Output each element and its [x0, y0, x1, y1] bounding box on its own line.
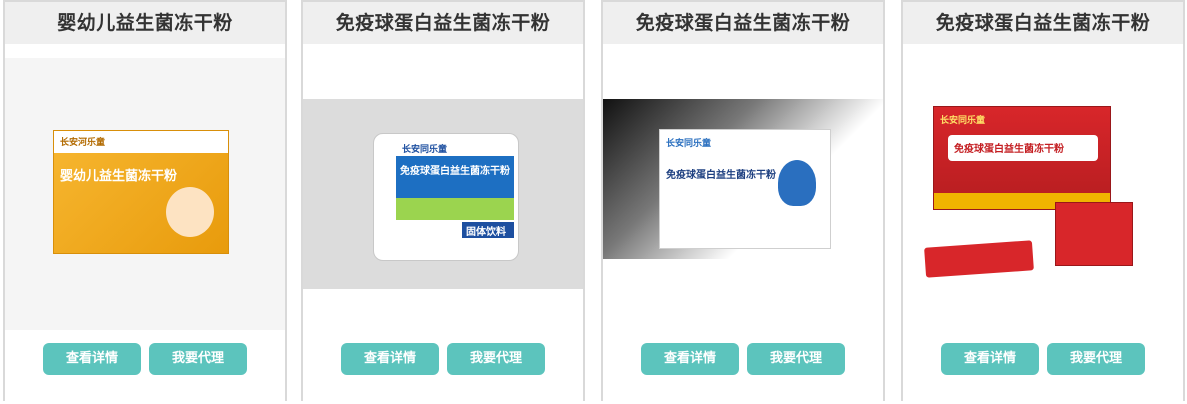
product-image[interactable]: 长安同乐童 免疫球蛋白益生菌冻干粉 固体饮料 [303, 99, 583, 289]
shield-icon [778, 160, 816, 206]
product-image[interactable]: 长安河乐童 婴幼儿益生菌冻干粉 [5, 58, 285, 330]
package-text: 免疫球蛋白益生菌冻干粉 [954, 144, 1064, 155]
brand-text: 长安同乐童 [666, 139, 712, 149]
become-agent-button[interactable]: 我要代理 [447, 343, 545, 375]
view-details-button[interactable]: 查看详情 [641, 343, 739, 375]
green-band [396, 198, 514, 220]
product-card: 婴幼儿益生菌冻干粉 长安河乐童 婴幼儿益生菌冻干粉 查看详情 我要代理 [3, 0, 287, 401]
product-row: 婴幼儿益生菌冻干粉 长安河乐童 婴幼儿益生菌冻干粉 查看详情 我要代理 免疫球蛋… [0, 0, 1187, 404]
become-agent-button[interactable]: 我要代理 [747, 343, 845, 375]
product-title: 免疫球蛋白益生菌冻干粉 [903, 2, 1183, 44]
brand-text: 长安同乐童 [402, 145, 448, 155]
product-card: 免疫球蛋白益生菌冻干粉 长安同乐童 免疫球蛋白益生菌冻干粉 查看详情 我要代理 [601, 0, 885, 401]
product-box: 长安同乐童 免疫球蛋白益生菌冻干粉 [933, 106, 1111, 210]
sachet [924, 240, 1034, 278]
product-box: 长安同乐童 免疫球蛋白益生菌冻干粉 固体饮料 [373, 133, 519, 261]
small-box [1055, 202, 1133, 266]
product-title: 婴幼儿益生菌冻干粉 [5, 2, 285, 44]
view-details-button[interactable]: 查看详情 [341, 343, 439, 375]
brand-text: 长安同乐童 [940, 116, 986, 126]
product-card: 免疫球蛋白益生菌冻干粉 长安同乐童 免疫球蛋白益生菌冻干粉 查看详情 我要代理 [901, 0, 1185, 401]
become-agent-button[interactable]: 我要代理 [1047, 343, 1145, 375]
view-details-button[interactable]: 查看详情 [941, 343, 1039, 375]
package-text: 婴幼儿益生菌冻干粉 [60, 169, 178, 184]
badge-text: 固体饮料 [466, 227, 506, 238]
brand-text: 长安河乐童 [60, 138, 106, 148]
product-box: 长安同乐童 免疫球蛋白益生菌冻干粉 [659, 129, 831, 249]
product-image[interactable]: 长安同乐童 免疫球蛋白益生菌冻干粉 [603, 99, 883, 259]
product-title: 免疫球蛋白益生菌冻干粉 [303, 2, 583, 44]
package-text: 免疫球蛋白益生菌冻干粉 [400, 166, 510, 177]
product-image[interactable]: 长安同乐童 免疫球蛋白益生菌冻干粉 [903, 58, 1183, 330]
baby-illustration [166, 187, 214, 237]
view-details-button[interactable]: 查看详情 [43, 343, 141, 375]
product-title: 免疫球蛋白益生菌冻干粉 [603, 2, 883, 44]
package-text: 免疫球蛋白益生菌冻干粉 [666, 170, 776, 181]
product-box: 长安河乐童 婴幼儿益生菌冻干粉 [53, 130, 229, 254]
product-card: 免疫球蛋白益生菌冻干粉 长安同乐童 免疫球蛋白益生菌冻干粉 固体饮料 查看详情 … [301, 0, 585, 401]
become-agent-button[interactable]: 我要代理 [149, 343, 247, 375]
